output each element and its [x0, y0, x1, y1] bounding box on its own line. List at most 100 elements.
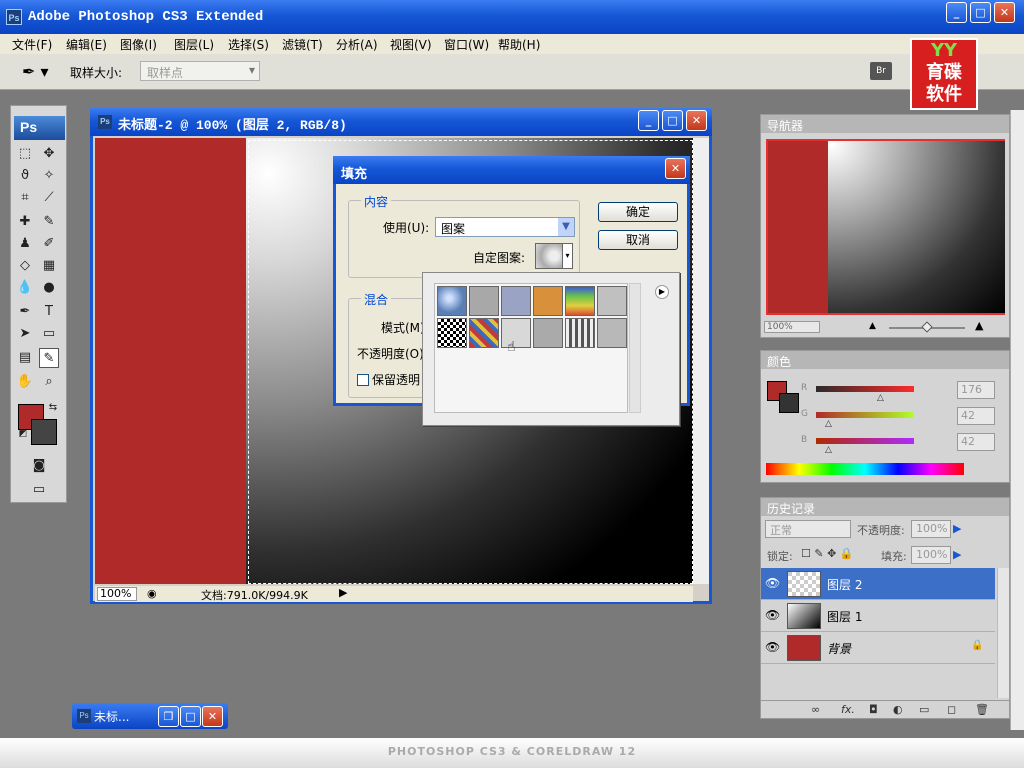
preserve-transparency-checkbox[interactable]: 保留透明	[357, 371, 420, 388]
status-arrow-icon[interactable]: ▶	[339, 586, 347, 599]
maximize-button[interactable]: □	[970, 2, 991, 23]
zoom-tool-icon[interactable]: ⌕	[39, 372, 59, 392]
fill-arrow-icon[interactable]: ▶	[953, 548, 961, 561]
notes-tool-icon[interactable]: ▤	[15, 348, 35, 368]
move-tool-icon[interactable]: ✥	[39, 144, 59, 164]
pattern-menu-arrow-icon[interactable]: ▶	[655, 285, 669, 299]
menu-layer[interactable]: 图层(L)	[174, 36, 214, 53]
quick-mask-icon[interactable]: ◙	[29, 456, 49, 476]
color-tab[interactable]: 颜色	[761, 351, 1009, 369]
eye-icon[interactable]: 👁	[765, 608, 780, 622]
navigator-thumbnail[interactable]	[766, 139, 1005, 315]
pattern-swatch-checker[interactable]	[437, 318, 467, 348]
brush-tool-icon[interactable]: ✎	[39, 212, 59, 232]
eye-icon[interactable]: 👁	[765, 576, 780, 590]
doc-close-button[interactable]: ✕	[686, 110, 707, 131]
link-layers-icon[interactable]: ∞	[811, 703, 820, 716]
use-select[interactable]: 图案 ▼	[435, 217, 575, 237]
color-background-swatch[interactable]	[779, 393, 799, 413]
swap-colors-icon[interactable]: ⇆	[43, 398, 63, 418]
slice-tool-icon[interactable]: ⟋	[39, 188, 59, 208]
blue-slider[interactable]	[816, 438, 914, 444]
menu-image[interactable]: 图像(I)	[120, 36, 157, 53]
pattern-swatch-multicolor[interactable]	[469, 318, 499, 348]
background-color-swatch[interactable]	[31, 419, 57, 445]
blur-tool-icon[interactable]: 💧	[15, 278, 35, 298]
lock-options-icon[interactable]: ☐ ✎ ✥ 🔒	[801, 547, 853, 560]
zoom-out-icon[interactable]: ▲	[869, 321, 876, 331]
layers-scrollbar[interactable]	[997, 568, 1009, 698]
sample-size-select[interactable]: 取样点	[140, 61, 260, 81]
menu-file[interactable]: 文件(F)	[12, 36, 52, 53]
fill-dialog-close-button[interactable]: ✕	[665, 158, 686, 179]
layer-row-1[interactable]: 👁 图层 1	[761, 600, 995, 632]
doc-minimize-button[interactable]: _	[638, 110, 659, 131]
checkbox-box[interactable]	[357, 374, 369, 386]
status-menu-icon[interactable]: ◉	[147, 587, 157, 600]
eyedropper-tool-icon[interactable]: ✎	[39, 348, 59, 368]
pattern-scrollbar[interactable]	[629, 283, 641, 413]
default-colors-icon[interactable]: ◩	[13, 424, 33, 444]
restore-button[interactable]: ❐	[158, 706, 179, 727]
menu-view[interactable]: 视图(V)	[390, 36, 432, 53]
bridge-button[interactable]: Br	[870, 62, 892, 80]
eraser-tool-icon[interactable]: ◇	[15, 256, 35, 276]
color-spectrum-bar[interactable]	[766, 463, 964, 475]
fx-icon[interactable]: fx.	[841, 703, 855, 716]
history-brush-tool-icon[interactable]: ✐	[39, 234, 59, 254]
min-close-button[interactable]: ✕	[202, 706, 223, 727]
pattern-swatch-marble[interactable]	[597, 286, 627, 316]
custom-pattern-picker[interactable]: ▾	[535, 243, 573, 269]
layer-fill-field[interactable]: 100%	[911, 546, 951, 564]
crop-tool-icon[interactable]: ⌗	[15, 188, 35, 208]
pattern-swatch-orange[interactable]	[533, 286, 563, 316]
magic-wand-tool-icon[interactable]: ✧	[39, 166, 59, 186]
pattern-swatch-bubbles[interactable]	[437, 286, 467, 316]
document-vertical-scrollbar[interactable]	[693, 138, 709, 584]
blend-mode-select[interactable]: 正常	[765, 520, 851, 538]
menu-analysis[interactable]: 分析(A)	[336, 36, 378, 53]
layer-row-background[interactable]: 👁 背景 🔒	[761, 632, 995, 664]
doc-maximize-button[interactable]: □	[662, 110, 683, 131]
gradient-tool-icon[interactable]: ▦	[39, 256, 59, 276]
pattern-swatch-wrinkle[interactable]	[469, 286, 499, 316]
new-layer-icon[interactable]: ◻	[947, 703, 956, 716]
lasso-tool-icon[interactable]: ϑ	[15, 166, 35, 186]
pen-tool-icon[interactable]: ✒	[15, 302, 35, 322]
minimize-button[interactable]: _	[946, 2, 967, 23]
green-value[interactable]: 42	[957, 407, 995, 425]
chevron-down-icon[interactable]: ▼	[558, 218, 574, 236]
navigator-zoom-field[interactable]: 100%	[764, 321, 820, 333]
tools-ps-header[interactable]: Ps	[14, 116, 65, 140]
navigator-zoom-slider[interactable]	[889, 321, 965, 333]
green-slider[interactable]	[816, 412, 914, 418]
workspace-right-scrollbar[interactable]	[1010, 110, 1024, 730]
opacity-arrow-icon[interactable]: ▶	[953, 522, 961, 535]
history-tab[interactable]: 历史记录	[761, 498, 1009, 516]
close-button[interactable]: ✕	[994, 2, 1015, 23]
layer-opacity-field[interactable]: 100%	[911, 520, 951, 538]
eye-icon[interactable]: 👁	[765, 640, 780, 654]
pattern-swatch-blue-gray[interactable]	[501, 286, 531, 316]
adjustment-layer-icon[interactable]: ◐	[893, 703, 903, 716]
menu-select[interactable]: 选择(S)	[228, 36, 269, 53]
pattern-swatch-rainbow-strip[interactable]	[565, 286, 595, 316]
pattern-swatch-chevrons[interactable]	[565, 318, 595, 348]
healing-brush-tool-icon[interactable]: ✚	[15, 212, 35, 232]
menu-edit[interactable]: 编辑(E)	[66, 36, 107, 53]
minimized-document[interactable]: Ps 未标... ❐ □ ✕	[72, 703, 228, 729]
mask-icon[interactable]: ◘	[869, 703, 878, 716]
min-maximize-button[interactable]: □	[180, 706, 201, 727]
slider-thumb[interactable]	[921, 321, 933, 333]
menu-filter[interactable]: 滤镜(T)	[282, 36, 323, 53]
new-group-icon[interactable]: ▭	[919, 703, 929, 716]
marquee-tool-icon[interactable]: ⬚	[15, 144, 35, 164]
pattern-swatch-granite[interactable]	[597, 318, 627, 348]
blue-value[interactable]: 42	[957, 433, 995, 451]
red-slider-pointer[interactable]: △	[877, 393, 884, 403]
layer-row-2[interactable]: 👁 图层 2	[761, 568, 995, 600]
cancel-button[interactable]: 取消	[598, 230, 678, 250]
zoom-in-icon[interactable]: ▲	[975, 319, 983, 332]
ok-button[interactable]: 确定	[598, 202, 678, 222]
dodge-tool-icon[interactable]: ●	[39, 278, 59, 298]
